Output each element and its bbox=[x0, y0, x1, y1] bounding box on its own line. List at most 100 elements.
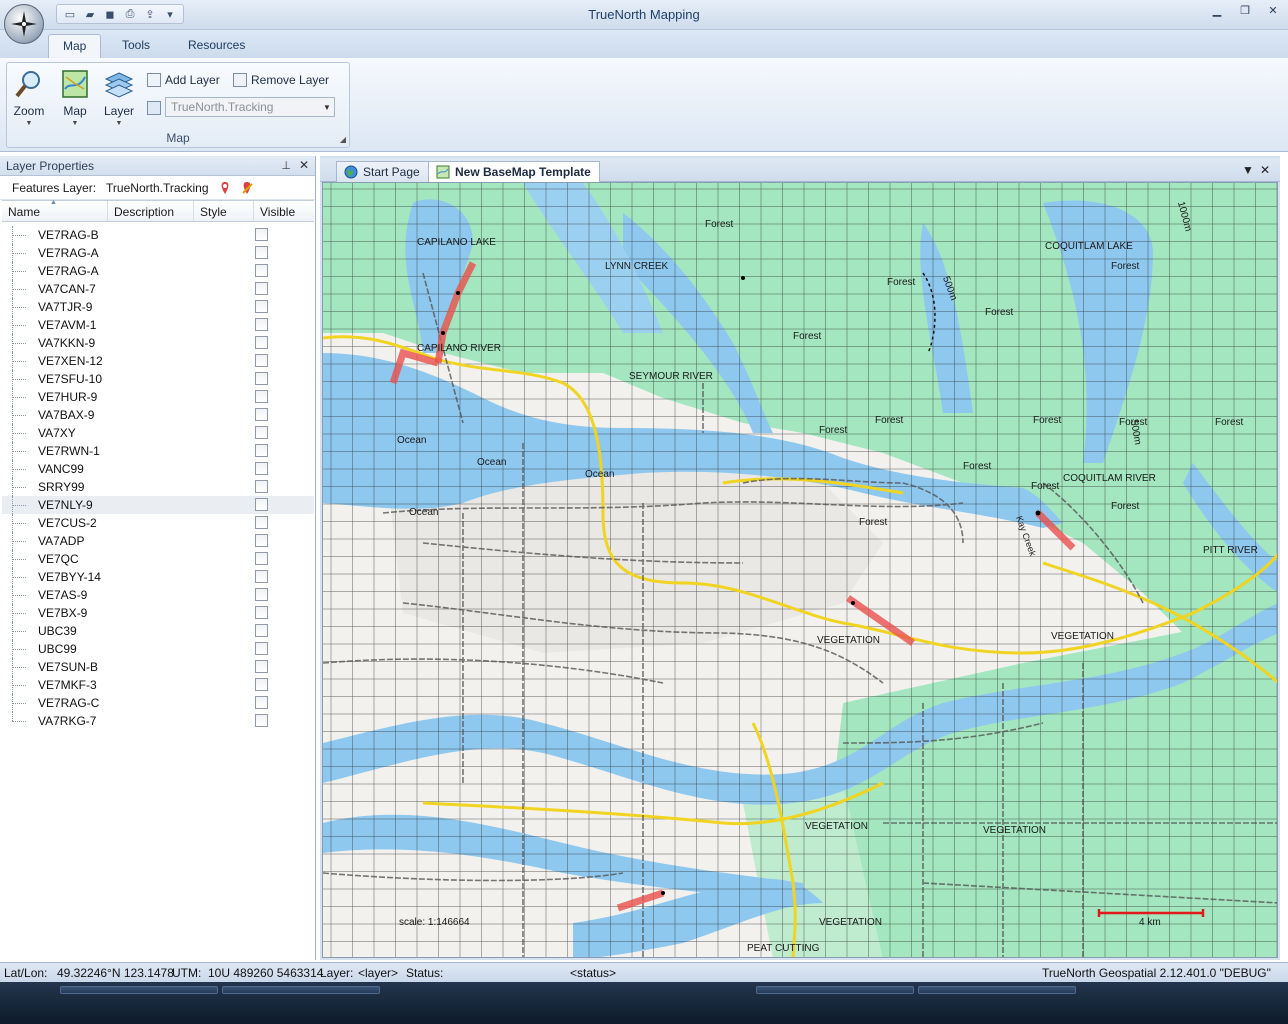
layer-row[interactable]: VE7RWN-1 bbox=[2, 442, 314, 460]
layer-visible-checkbox[interactable] bbox=[255, 624, 268, 637]
layer-visible-checkbox[interactable] bbox=[255, 390, 268, 403]
layer-row[interactable]: VE7RAG-A bbox=[2, 244, 314, 262]
layer-visible-checkbox[interactable] bbox=[255, 588, 268, 601]
basemap-canvas[interactable] bbox=[323, 183, 1278, 958]
layer-visible-checkbox[interactable] bbox=[255, 300, 268, 313]
layer-visible-checkbox[interactable] bbox=[255, 552, 268, 565]
layer-visible-checkbox[interactable] bbox=[255, 516, 268, 529]
taskbar-item[interactable] bbox=[756, 986, 914, 994]
gps-point bbox=[1035, 510, 1041, 516]
tab-map[interactable]: Map bbox=[48, 34, 102, 58]
column-name[interactable]: ▲ Name bbox=[2, 199, 108, 221]
tree-connector bbox=[12, 433, 26, 434]
map-view[interactable]: CAPILANO LAKE LYNN CREEK COQUITLAM LAKE … bbox=[322, 182, 1278, 958]
tree-connector bbox=[12, 397, 26, 398]
layer-visible-checkbox[interactable] bbox=[255, 534, 268, 547]
column-style[interactable]: Style bbox=[194, 201, 254, 221]
layer-row[interactable]: VE7BX-9 bbox=[2, 604, 314, 622]
close-icon[interactable]: ✕ bbox=[299, 158, 309, 172]
layer-visible-checkbox[interactable] bbox=[255, 228, 268, 241]
status-bar: Lat/Lon: 49.32246°N 123.1478 UTM: 10U 48… bbox=[0, 962, 1288, 982]
layer-name: VA7BAX-9 bbox=[38, 408, 95, 422]
layer-visible-checkbox[interactable] bbox=[255, 318, 268, 331]
layer-visible-checkbox[interactable] bbox=[255, 498, 268, 511]
map-button[interactable]: Map ▼ bbox=[55, 67, 95, 129]
close-document-icon[interactable]: ✕ bbox=[1260, 163, 1270, 177]
layer-visible-checkbox[interactable] bbox=[255, 264, 268, 277]
layer-visible-checkbox[interactable] bbox=[255, 678, 268, 691]
layer-row[interactable]: VE7HUR-9 bbox=[2, 388, 314, 406]
layer-visible-checkbox[interactable] bbox=[255, 246, 268, 259]
tab-start-page[interactable]: Start Page bbox=[336, 161, 429, 182]
layer-row[interactable]: VA7RKG-7 bbox=[2, 712, 314, 730]
edit-feature-icon[interactable] bbox=[241, 181, 253, 195]
column-visible[interactable]: Visible bbox=[254, 201, 314, 221]
layer-row[interactable]: VE7RAG-A bbox=[2, 262, 314, 280]
taskbar-item[interactable] bbox=[222, 986, 380, 994]
layer-visible-checkbox[interactable] bbox=[255, 696, 268, 709]
layer-button[interactable]: Layer ▼ bbox=[99, 67, 139, 129]
layer-row[interactable]: VA7XY bbox=[2, 424, 314, 442]
layer-visible-checkbox[interactable] bbox=[255, 426, 268, 439]
tree-connector bbox=[12, 505, 26, 506]
chevron-down-icon[interactable]: ▼ bbox=[320, 103, 334, 112]
dialog-launcher-icon[interactable]: ◢ bbox=[340, 135, 346, 144]
layer-row[interactable]: UBC99 bbox=[2, 640, 314, 658]
layer-visible-checkbox[interactable] bbox=[255, 354, 268, 367]
layer-visible-checkbox[interactable] bbox=[255, 642, 268, 655]
layer-row[interactable]: VE7QC bbox=[2, 550, 314, 568]
layer-row[interactable]: VE7BYY-14 bbox=[2, 568, 314, 586]
map-label-forest: Forest bbox=[875, 415, 904, 426]
column-description[interactable]: Description bbox=[108, 201, 194, 221]
zoom-button[interactable]: Zoom ▼ bbox=[9, 67, 49, 129]
layer-visible-checkbox[interactable] bbox=[255, 480, 268, 493]
layer-row[interactable]: VE7SUN-B bbox=[2, 658, 314, 676]
layer-row[interactable]: VA7KKN-9 bbox=[2, 334, 314, 352]
layer-row[interactable]: VE7RAG-B bbox=[2, 226, 314, 244]
tab-new-basemap-template[interactable]: New BaseMap Template bbox=[428, 161, 600, 183]
layer-visible-checkbox[interactable] bbox=[255, 444, 268, 457]
restore-button[interactable]: ❐ bbox=[1238, 4, 1252, 18]
layer-visible-checkbox[interactable] bbox=[255, 408, 268, 421]
layer-visible-checkbox[interactable] bbox=[255, 462, 268, 475]
layer-row[interactable]: VE7SFU-10 bbox=[2, 370, 314, 388]
layer-row[interactable]: VE7AS-9 bbox=[2, 586, 314, 604]
tree-connector bbox=[12, 289, 26, 290]
map-label-forest: Forest bbox=[1111, 501, 1140, 512]
taskbar-item[interactable] bbox=[60, 986, 218, 994]
layer-combo[interactable]: TrueNorth.Tracking ▼ bbox=[165, 97, 335, 117]
layer-visible-checkbox[interactable] bbox=[255, 282, 268, 295]
layer-visible-checkbox[interactable] bbox=[255, 372, 268, 385]
tab-resources[interactable]: Resources bbox=[174, 34, 259, 58]
layer-row[interactable]: VE7XEN-12 bbox=[2, 352, 314, 370]
layer-row[interactable]: VE7CUS-2 bbox=[2, 514, 314, 532]
layer-row[interactable]: VE7AVM-1 bbox=[2, 316, 314, 334]
taskbar-item[interactable] bbox=[918, 986, 1076, 994]
layer-row[interactable]: VE7MKF-3 bbox=[2, 676, 314, 694]
layer-row[interactable]: VA7BAX-9 bbox=[2, 406, 314, 424]
pin-icon[interactable]: ⊥ bbox=[281, 159, 291, 172]
layer-row[interactable]: VANC99 bbox=[2, 460, 314, 478]
layer-row[interactable]: VA7CAN-7 bbox=[2, 280, 314, 298]
layer-visible-checkbox[interactable] bbox=[255, 570, 268, 583]
layer-row[interactable]: VA7TJR-9 bbox=[2, 298, 314, 316]
map-scale-text: scale: 1:146664 bbox=[399, 917, 470, 928]
tab-list-dropdown-icon[interactable]: ▼ bbox=[1242, 163, 1254, 177]
layer-visible-checkbox[interactable] bbox=[255, 606, 268, 619]
minimize-button[interactable]: ▁ bbox=[1210, 4, 1224, 18]
add-layer-icon bbox=[147, 73, 161, 87]
tab-tools[interactable]: Tools bbox=[108, 34, 164, 58]
layer-row[interactable]: VE7RAG-C bbox=[2, 694, 314, 712]
close-button[interactable]: ✕ bbox=[1266, 4, 1280, 18]
layer-visible-checkbox[interactable] bbox=[255, 714, 268, 727]
layer-row[interactable]: SRRY99 bbox=[2, 478, 314, 496]
layer-row[interactable]: VA7ADP bbox=[2, 532, 314, 550]
add-layer-button[interactable]: Add Layer bbox=[147, 71, 220, 89]
add-feature-icon[interactable] bbox=[219, 181, 231, 195]
layer-visible-checkbox[interactable] bbox=[255, 660, 268, 673]
layer-visible-checkbox[interactable] bbox=[255, 336, 268, 349]
layer-row[interactable]: UBC39 bbox=[2, 622, 314, 640]
remove-layer-button[interactable]: Remove Layer bbox=[233, 71, 329, 89]
layer-row[interactable]: VE7NLY-9 bbox=[2, 496, 314, 514]
app-menu-button[interactable] bbox=[4, 4, 44, 44]
